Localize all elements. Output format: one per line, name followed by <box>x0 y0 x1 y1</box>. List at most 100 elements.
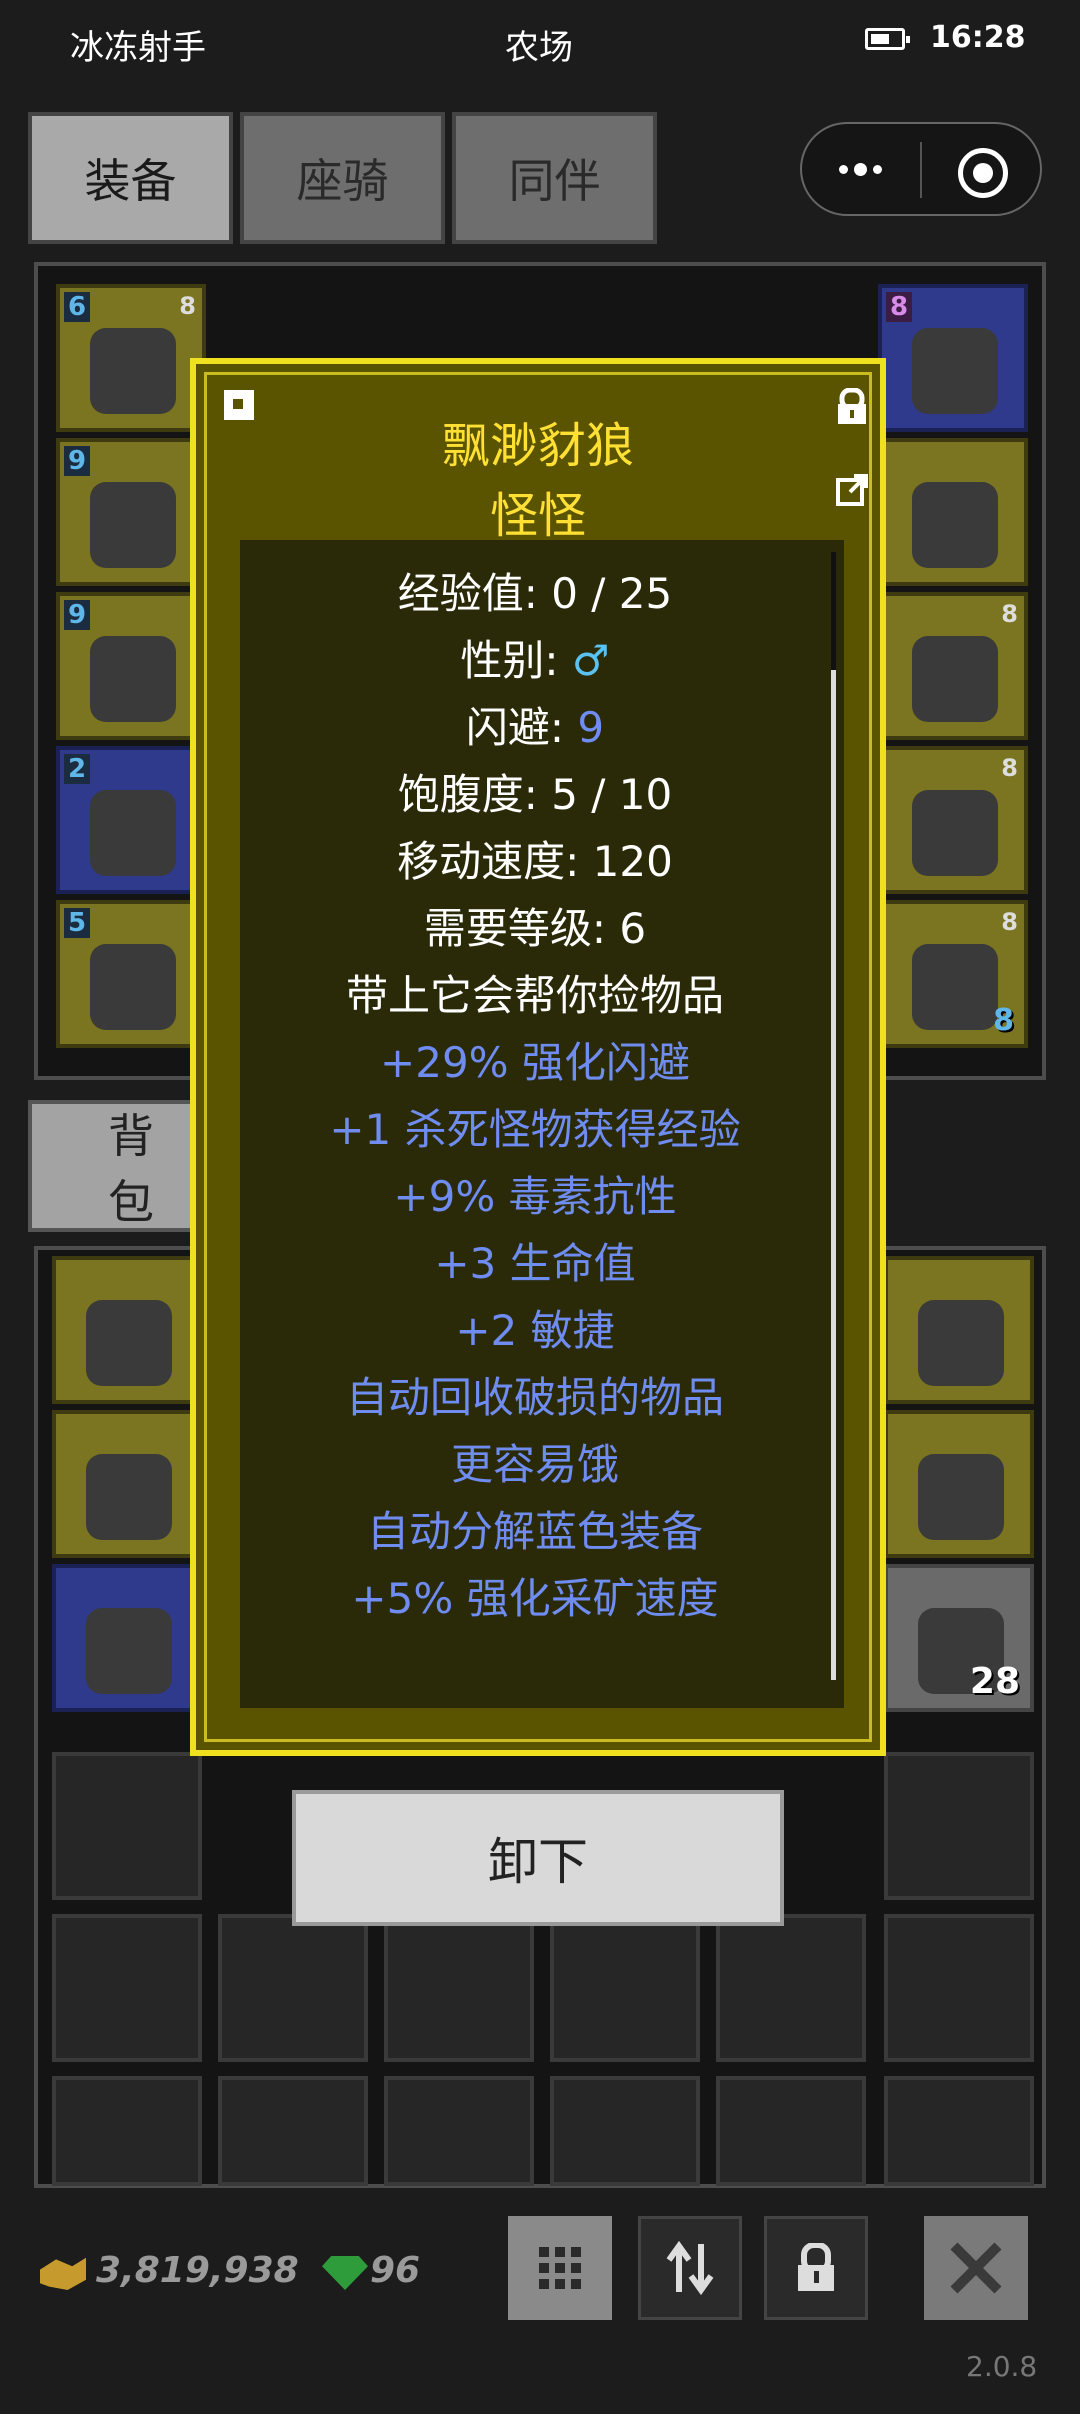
equip-slot-belt[interactable]: 5 <box>56 900 206 1048</box>
slot-tier-badge: 9 <box>64 446 91 476</box>
gloves-icon <box>90 636 176 722</box>
slot-tier-badge: 9 <box>64 600 91 630</box>
necklace-icon <box>912 328 998 414</box>
backpack-slot[interactable] <box>884 1410 1034 1558</box>
backpack-slot[interactable] <box>52 1256 202 1404</box>
backpack-empty-slot[interactable] <box>550 2076 700 2186</box>
equip-slot-pet[interactable]: 8 8 <box>878 900 1028 1048</box>
backpack-empty-slot[interactable] <box>52 2076 202 2186</box>
sort-arrows-icon <box>666 2240 714 2296</box>
slot-quantity: 8 <box>993 1003 1014 1038</box>
equip-slot-boots[interactable]: 2 <box>56 746 206 894</box>
close-button[interactable] <box>924 2216 1028 2320</box>
gem-count: 96 <box>370 2250 421 2291</box>
item-detail-modal: 飘渺豺狼 怪怪 经验值: 0 / 25 性别: ♂ 闪避: 9 饱腹度: 5 /… <box>190 358 886 1756</box>
belt-icon <box>90 944 176 1030</box>
backpack-slot[interactable]: 28 <box>884 1564 1034 1712</box>
scrollbar-thumb[interactable] <box>831 670 836 1680</box>
rabbit-icon <box>86 1300 172 1386</box>
slot-level: 8 <box>179 292 196 320</box>
backpack-empty-slot[interactable] <box>52 1914 202 2062</box>
backpack-empty-slot[interactable] <box>884 2076 1034 2186</box>
item-type: 怪怪 <box>489 488 586 544</box>
unequip-button[interactable]: 卸下 <box>292 1790 784 1926</box>
cat-pet-icon <box>912 944 998 1030</box>
equip-slot-helmet[interactable]: 6 8 <box>56 284 206 432</box>
close-miniprogram-button[interactable] <box>958 148 1008 198</box>
backpack-empty-slot[interactable] <box>218 2076 368 2186</box>
tab-companion[interactable]: 同伴 <box>452 112 657 244</box>
battery-icon <box>865 28 910 50</box>
stat-description: 带上它会帮你捡物品 <box>345 971 724 1020</box>
backpack-empty-slot[interactable] <box>716 1914 866 2062</box>
bonus-poison-resist: +9% 毒素抗性 <box>393 1172 677 1221</box>
scroll-icon <box>918 1454 1004 1540</box>
equip-slot-necklace[interactable]: 8 <box>878 284 1028 432</box>
item-name: 飘渺豺狼 <box>441 418 634 474</box>
stat-dodge-label: 闪避: <box>465 703 578 752</box>
scrollbar-track <box>831 552 836 670</box>
grid-icon <box>539 2247 581 2289</box>
backpack-empty-slot[interactable] <box>218 1914 368 2062</box>
tab-mount[interactable]: 座骑 <box>240 112 445 244</box>
close-icon <box>950 2242 1002 2294</box>
crystal-icon <box>86 1608 172 1694</box>
equip-slot-amulet[interactable]: 8 <box>878 592 1028 740</box>
crystal-icon <box>912 790 998 876</box>
ring-icon <box>86 1454 172 1540</box>
lock-icon <box>798 2243 834 2291</box>
equip-slot-armor[interactable]: 9 <box>56 438 206 586</box>
backpack-empty-slot[interactable] <box>884 1752 1034 1900</box>
status-bar-center-label: 农场 <box>505 28 573 68</box>
slot-tier-badge: 2 <box>64 754 91 784</box>
bonus-auto-dismantle: 自动分解蓝色装备 <box>366 1507 703 1556</box>
backpack-empty-slot[interactable] <box>550 1914 700 2062</box>
grid-view-button[interactable] <box>508 2216 612 2320</box>
slot-tier-badge: 5 <box>64 908 91 938</box>
stats-scroll-area[interactable]: 经验值: 0 / 25 性别: ♂ 闪避: 9 饱腹度: 5 / 10 移动速度… <box>240 540 844 1708</box>
capsule-divider <box>920 142 922 198</box>
stat-gender-label: 性别: <box>460 636 572 685</box>
stat-required-level: 需要等级: 6 <box>423 904 647 953</box>
gem-icon <box>322 2256 368 2290</box>
slot-level: 8 <box>1001 754 1018 782</box>
boots-icon <box>90 790 176 876</box>
stat-dodge: 闪避: 9 <box>240 694 830 755</box>
bonus-agility: +2 敏捷 <box>455 1306 615 1355</box>
bonus-mining-speed: +5% 强化采矿速度 <box>351 1574 719 1623</box>
equip-slot-gloves[interactable]: 9 <box>56 592 206 740</box>
version-label: 2.0.8 <box>966 2350 1038 2383</box>
helmet-icon <box>90 328 176 414</box>
armor-icon <box>90 482 176 568</box>
stat-experience: 经验值: 0 / 25 <box>397 569 673 618</box>
gold-count: 3,819,938 <box>96 2250 299 2291</box>
miniprogram-capsule <box>800 122 1042 216</box>
stat-gender: 性别: ♂ <box>240 627 830 688</box>
backpack-empty-slot[interactable] <box>716 2076 866 2186</box>
backpack-slot[interactable] <box>52 1410 202 1558</box>
gold-icon <box>40 2257 86 2290</box>
backpack-empty-slot[interactable] <box>884 1914 1034 2062</box>
sort-button[interactable] <box>638 2216 742 2320</box>
tab-backpack[interactable]: 背包 <box>28 1100 198 1232</box>
tab-equipment[interactable]: 装备 <box>28 112 233 244</box>
slot-tier-badge: 6 <box>64 292 91 322</box>
lock-mode-button[interactable] <box>764 2216 868 2320</box>
backpack-empty-slot[interactable] <box>52 1752 202 1900</box>
slot-tier-badge: 8 <box>886 292 913 322</box>
backpack-slot[interactable] <box>884 1256 1034 1404</box>
equip-slot-ring[interactable] <box>878 438 1028 586</box>
backpack-slot[interactable] <box>52 1564 202 1712</box>
backpack-empty-slot[interactable] <box>384 2076 534 2186</box>
slot-quantity: 28 <box>969 1661 1020 1702</box>
equip-slot-offhand[interactable]: 8 <box>878 746 1028 894</box>
male-symbol-icon: ♂ <box>571 636 610 685</box>
slot-level: 8 <box>1001 908 1018 936</box>
slot-level: 8 <box>1001 600 1018 628</box>
bonus-health: +3 生命值 <box>434 1239 636 1288</box>
amulet-icon <box>918 1300 1004 1386</box>
bonus-hunger: 更容易饿 <box>450 1440 619 1489</box>
status-bar-time: 16:28 <box>930 20 1026 55</box>
more-options-button[interactable] <box>830 154 890 184</box>
backpack-empty-slot[interactable] <box>384 1914 534 2062</box>
